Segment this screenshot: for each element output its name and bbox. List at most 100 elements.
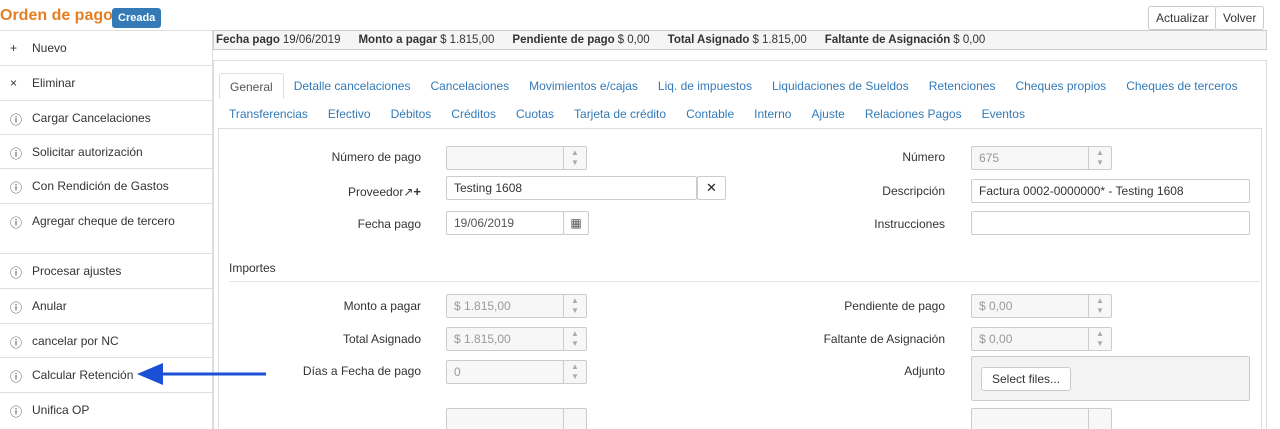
- tab-cheques-propios[interactable]: Cheques propios: [1005, 73, 1116, 99]
- tab-cuotas[interactable]: Cuotas: [506, 101, 564, 127]
- next-row-input[interactable]: [446, 408, 564, 429]
- info-icon: ⓘ: [10, 266, 23, 280]
- summary-monto-label: Monto a pagar: [358, 34, 438, 46]
- tab-cancelaciones[interactable]: Cancelaciones: [420, 73, 519, 99]
- sidebar-item-cargar-cancelaciones[interactable]: ⓘ Cargar Cancelaciones: [0, 100, 212, 134]
- external-link-icon[interactable]: ↗: [403, 185, 413, 199]
- info-icon: ⓘ: [10, 147, 23, 161]
- content-top-border: [218, 128, 1262, 129]
- tab-tarjeta-credito[interactable]: Tarjeta de crédito: [564, 101, 676, 127]
- tab-relaciones-pagos[interactable]: Relaciones Pagos: [855, 101, 972, 127]
- importes-faltante-spinner[interactable]: ▲ ▼: [1088, 327, 1112, 351]
- next-row-spinner-right[interactable]: [1088, 408, 1112, 429]
- sidebar-item-eliminar[interactable]: × Eliminar: [0, 65, 212, 100]
- numero-input[interactable]: 675: [971, 146, 1089, 170]
- summary-asignado-value: $ 1.815,00: [752, 34, 807, 46]
- descripcion-label: Descripción: [882, 184, 945, 198]
- info-icon: ⓘ: [10, 405, 23, 419]
- info-icon: ⓘ: [10, 113, 23, 127]
- tab-eventos[interactable]: Eventos: [972, 101, 1035, 127]
- instrucciones-label: Instrucciones: [874, 217, 945, 231]
- importes-total-asignado-spinner[interactable]: ▲ ▼: [563, 327, 587, 351]
- tab-contable[interactable]: Contable: [676, 101, 744, 127]
- sidebar-item-nuevo[interactable]: + Nuevo: [0, 30, 212, 65]
- importes-pendiente-spinner[interactable]: ▲ ▼: [1088, 294, 1112, 318]
- importes-section-title: Importes: [229, 261, 276, 275]
- sidebar-item-label: Calcular Retención: [32, 368, 134, 382]
- importes-monto-input[interactable]: $ 1.815,00: [446, 294, 564, 318]
- importes-monto-label: Monto a pagar: [343, 299, 421, 313]
- tab-movimientos-cajas[interactable]: Movimientos e/cajas: [519, 73, 648, 99]
- sidebar-item-unifica-op[interactable]: ⓘ Unifica OP: [0, 392, 212, 429]
- tab-liquidaciones-sueldos[interactable]: Liquidaciones de Sueldos: [762, 73, 919, 99]
- tab-interno[interactable]: Interno: [744, 101, 801, 127]
- info-icon: ⓘ: [10, 301, 23, 315]
- summary-fecha-value: 19/06/2019: [282, 34, 341, 46]
- proveedor-label-row: Proveedor↗+: [230, 184, 421, 199]
- fecha-pago-input[interactable]: 19/06/2019: [446, 211, 564, 235]
- sidebar-item-anular[interactable]: ⓘ Anular: [0, 288, 212, 323]
- importes-pendiente-input[interactable]: $ 0,00: [971, 294, 1089, 318]
- next-row-input-right[interactable]: [971, 408, 1089, 429]
- tab-debitos[interactable]: Débitos: [381, 101, 442, 127]
- refresh-button[interactable]: Actualizar: [1148, 6, 1217, 30]
- tab-cheques-terceros[interactable]: Cheques de terceros: [1116, 73, 1247, 99]
- sidebar-item-cancelar-nc[interactable]: ⓘ cancelar por NC: [0, 323, 212, 357]
- summary-pendiente-value: $ 0,00: [617, 34, 650, 46]
- sidebar-item-label: Eliminar: [32, 76, 76, 90]
- info-icon: ⓘ: [10, 181, 23, 195]
- clear-proveedor-button[interactable]: ✕: [697, 176, 726, 200]
- tab-creditos[interactable]: Créditos: [441, 101, 506, 127]
- tab-transferencias[interactable]: Transferencias: [219, 101, 318, 127]
- close-icon: ✕: [706, 180, 717, 195]
- sidebar-item-procesar-ajustes[interactable]: ⓘ Procesar ajustes: [0, 253, 212, 288]
- sidebar-item-label: Nuevo: [32, 41, 67, 55]
- importes-total-asignado-input[interactable]: $ 1.815,00: [446, 327, 564, 351]
- instrucciones-input[interactable]: [971, 211, 1250, 235]
- annotation-arrow: [137, 363, 266, 385]
- sidebar-item-label: Cargar Cancelaciones: [32, 111, 151, 125]
- tab-retenciones[interactable]: Retenciones: [919, 73, 1006, 99]
- plus-icon[interactable]: +: [413, 184, 421, 199]
- sidebar-item-agregar-cheque[interactable]: ⓘ Agregar cheque de tercero: [0, 203, 212, 253]
- numero-pago-input[interactable]: [446, 146, 564, 170]
- sidebar-item-label: Procesar ajustes: [32, 264, 122, 278]
- tab-ajuste[interactable]: Ajuste: [801, 101, 854, 127]
- tabs-row-2: Transferencias Efectivo Débitos Créditos…: [219, 101, 1035, 127]
- importes-monto-spinner[interactable]: ▲ ▼: [563, 294, 587, 318]
- importes-divider: [229, 281, 1260, 282]
- numero-label: Número: [902, 150, 945, 164]
- info-icon: ⓘ: [10, 336, 23, 350]
- numero-pago-spinner[interactable]: ▲ ▼: [563, 146, 587, 170]
- sidebar-item-solicitar-autorizacion[interactable]: ⓘ Solicitar autorización: [0, 134, 212, 168]
- fecha-pago-label: Fecha pago: [357, 217, 421, 231]
- select-files-button[interactable]: Select files...: [981, 367, 1072, 391]
- importes-dias-spinner[interactable]: ▲ ▼: [563, 360, 587, 384]
- page-title: Orden de pago: [0, 7, 113, 24]
- tab-efectivo[interactable]: Efectivo: [318, 101, 381, 127]
- summary-faltante-value: $ 0,00: [953, 34, 986, 46]
- close-icon: ×: [10, 76, 18, 90]
- calendar-icon: ▦: [570, 216, 582, 230]
- back-button[interactable]: Volver: [1215, 6, 1265, 30]
- info-icon: ⓘ: [10, 216, 23, 230]
- descripcion-input[interactable]: Factura 0002-0000000* - Testing 1608: [971, 179, 1250, 203]
- importes-faltante-input[interactable]: $ 0,00: [971, 327, 1089, 351]
- sidebar-item-rendicion-gastos[interactable]: ⓘ Con Rendición de Gastos: [0, 168, 212, 203]
- proveedor-label: Proveedor: [347, 185, 404, 199]
- summary-fecha-label: Fecha pago: [216, 34, 280, 46]
- summary-monto-value: $ 1.815,00: [440, 34, 495, 46]
- proveedor-input[interactable]: Testing 1608: [446, 176, 697, 200]
- summary-faltante-label: Faltante de Asignación: [824, 34, 951, 46]
- next-row-spinner[interactable]: [563, 408, 587, 429]
- importes-pendiente-label: Pendiente de pago: [844, 299, 945, 313]
- tab-detalle-cancelaciones[interactable]: Detalle cancelaciones: [284, 73, 421, 99]
- adjunto-label: Adjunto: [904, 364, 945, 378]
- status-badge: Creada: [112, 8, 162, 28]
- calendar-button[interactable]: ▦: [563, 211, 589, 235]
- tab-liq-impuestos[interactable]: Liq. de impuestos: [648, 73, 762, 99]
- tab-general[interactable]: General: [219, 73, 284, 99]
- importes-dias-input[interactable]: 0: [446, 360, 564, 384]
- numero-spinner[interactable]: ▲ ▼: [1088, 146, 1112, 170]
- sidebar-item-label: Anular: [32, 299, 67, 313]
